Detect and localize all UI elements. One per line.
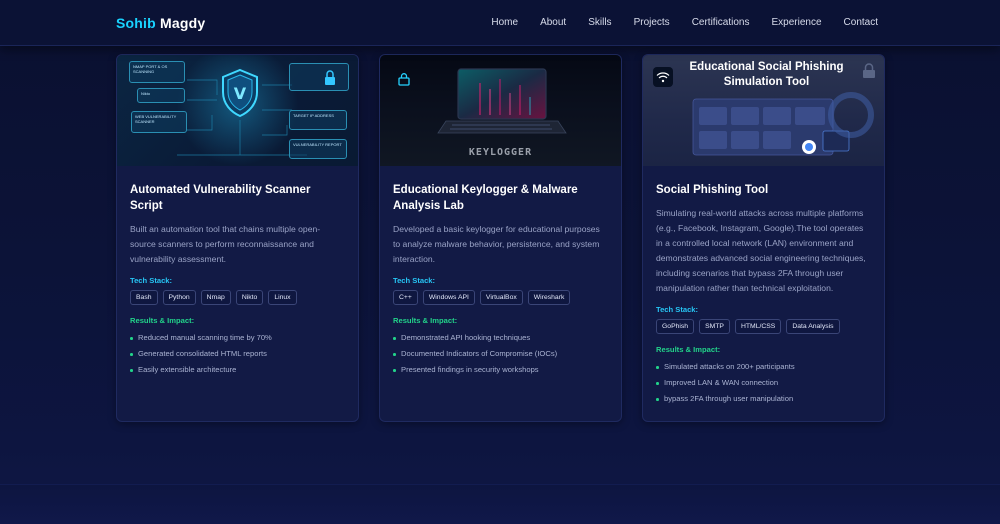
impact-item: Reduced manual scanning time by 70% xyxy=(130,330,345,346)
nav-experience[interactable]: Experience xyxy=(772,17,822,28)
brand-first-name: Sohib xyxy=(116,15,156,31)
project-description: Built an automation tool that chains mul… xyxy=(130,224,321,264)
impact-item: Demonstrated API hooking techniques xyxy=(393,330,608,346)
project-title: Educational Keylogger & Malware Analysis… xyxy=(393,184,578,212)
tech-chip: GoPhish xyxy=(656,319,695,334)
card-body: Social Phishing Tool Simulating real-wor… xyxy=(643,166,884,421)
project-description: Developed a basic keylogger for educatio… xyxy=(393,224,600,264)
panel-report-label: VULNERABILITY REPORT xyxy=(293,142,342,147)
nav-skills[interactable]: Skills xyxy=(588,17,611,28)
nav-projects[interactable]: Projects xyxy=(634,17,670,28)
tech-stack-label: Tech Stack: xyxy=(130,276,173,285)
navbar: Sohib Magdy Home About Skills Projects C… xyxy=(0,0,1000,46)
impact-item: Generated consolidated HTML reports xyxy=(130,346,345,362)
card-body: Educational Keylogger & Malware Analysis… xyxy=(380,166,621,392)
results-label: Results & Impact: xyxy=(656,345,721,354)
tech-chip: VirtualBox xyxy=(479,290,523,305)
tech-chip: Windows API xyxy=(422,290,475,305)
lock-icon-badge xyxy=(394,69,414,89)
panel-nikto: Nikto xyxy=(137,88,185,103)
panel-target: TARGET IP ADDRESS xyxy=(289,110,347,130)
results-label: Results & Impact: xyxy=(130,316,195,325)
lock-icon xyxy=(398,73,410,86)
tech-chip: Python xyxy=(162,290,196,305)
impact-list: Simulated attacks on 200+ participants I… xyxy=(656,359,871,407)
impact-item: Simulated attacks on 200+ participants xyxy=(656,359,871,375)
panel-web-scanner-label: WEB VULNERABILITY SCANNER xyxy=(135,114,177,124)
tech-chip: SMTP xyxy=(699,319,730,334)
tech-chip: Nmap xyxy=(200,290,231,305)
project-image-phishing: Educational Social Phishing Simulation T… xyxy=(643,55,884,166)
project-card-vulnerability-scanner[interactable]: NMAP PORT & OS SCANNING Nikto WEB VULNER… xyxy=(116,54,359,422)
nav-certifications[interactable]: Certifications xyxy=(692,17,750,28)
impact-item: Improved LAN & WAN connection xyxy=(656,375,871,391)
tech-chip: HTML/CSS xyxy=(734,319,782,334)
project-title: Automated Vulnerability Scanner Script xyxy=(130,184,311,212)
impact-list: Demonstrated API hooking techniques Docu… xyxy=(393,330,608,378)
tech-chip: Linux xyxy=(268,290,297,305)
impact-item: Documented Indicators of Compromise (IOC… xyxy=(393,346,608,362)
impact-list: Reduced manual scanning time by 70% Gene… xyxy=(130,330,345,378)
project-card-phishing[interactable]: Educational Social Phishing Simulation T… xyxy=(642,54,885,422)
panel-target-label: TARGET IP ADDRESS xyxy=(293,113,334,118)
nav-about[interactable]: About xyxy=(540,17,566,28)
panel-web-scanner: WEB VULNERABILITY SCANNER xyxy=(131,111,187,133)
nav-contact[interactable]: Contact xyxy=(844,17,878,28)
impact-item: Easily extensible architecture xyxy=(130,362,345,378)
project-description: Simulating real-world attacks across mul… xyxy=(656,208,866,293)
tech-chip: Wireshark xyxy=(527,290,571,305)
phishing-image-title: Educational Social Phishing Simulation T… xyxy=(689,61,844,88)
tech-stack-label: Tech Stack: xyxy=(393,276,436,285)
tech-chip: Nikto xyxy=(235,290,264,305)
tech-chip: Bash xyxy=(130,290,158,305)
projects-grid: NMAP PORT & OS SCANNING Nikto WEB VULNER… xyxy=(116,54,885,422)
card-body: Automated Vulnerability Scanner Script B… xyxy=(117,166,358,392)
brand-logo[interactable]: Sohib Magdy xyxy=(116,15,205,31)
panel-nikto-label: Nikto xyxy=(141,91,151,96)
results-label: Results & Impact: xyxy=(393,316,458,325)
shield-letter: V xyxy=(234,84,247,103)
tech-chip: Data Analysis xyxy=(786,319,840,334)
panel-report: VULNERABILITY REPORT xyxy=(289,139,347,159)
tech-chip: C++ xyxy=(393,290,418,305)
lock-icon xyxy=(325,70,335,85)
impact-item: bypass 2FA through user manipulation xyxy=(656,391,871,407)
nav-links: Home About Skills Projects Certification… xyxy=(491,17,878,28)
project-image-scanner: NMAP PORT & OS SCANNING Nikto WEB VULNER… xyxy=(117,55,358,166)
brand-last-name: Magdy xyxy=(159,15,206,31)
impact-item: Presented findings in security workshops xyxy=(393,362,608,378)
nav-home[interactable]: Home xyxy=(491,17,518,28)
project-title: Social Phishing Tool xyxy=(656,184,769,196)
project-image-keylogger: KEYLOGGER xyxy=(380,55,621,166)
lock-icon xyxy=(863,63,875,78)
panel-nmap: NMAP PORT & OS SCANNING xyxy=(129,61,185,83)
tech-stack-chips: GoPhish SMTP HTML/CSS Data Analysis xyxy=(656,319,871,334)
project-card-keylogger[interactable]: KEYLOGGER Educational Keylogger & Malwar… xyxy=(379,54,622,422)
keylogger-caption: KEYLOGGER xyxy=(468,147,533,158)
tech-stack-chips: C++ Windows API VirtualBox Wireshark xyxy=(393,290,608,305)
tech-stack-chips: Bash Python Nmap Nikto Linux xyxy=(130,290,345,305)
tech-stack-label: Tech Stack: xyxy=(656,305,699,314)
shield-icon: V xyxy=(222,68,258,118)
panel-nmap-label: NMAP PORT & OS SCANNING xyxy=(133,64,168,74)
footer-band xyxy=(0,484,1000,524)
panel-checklist xyxy=(289,63,349,91)
